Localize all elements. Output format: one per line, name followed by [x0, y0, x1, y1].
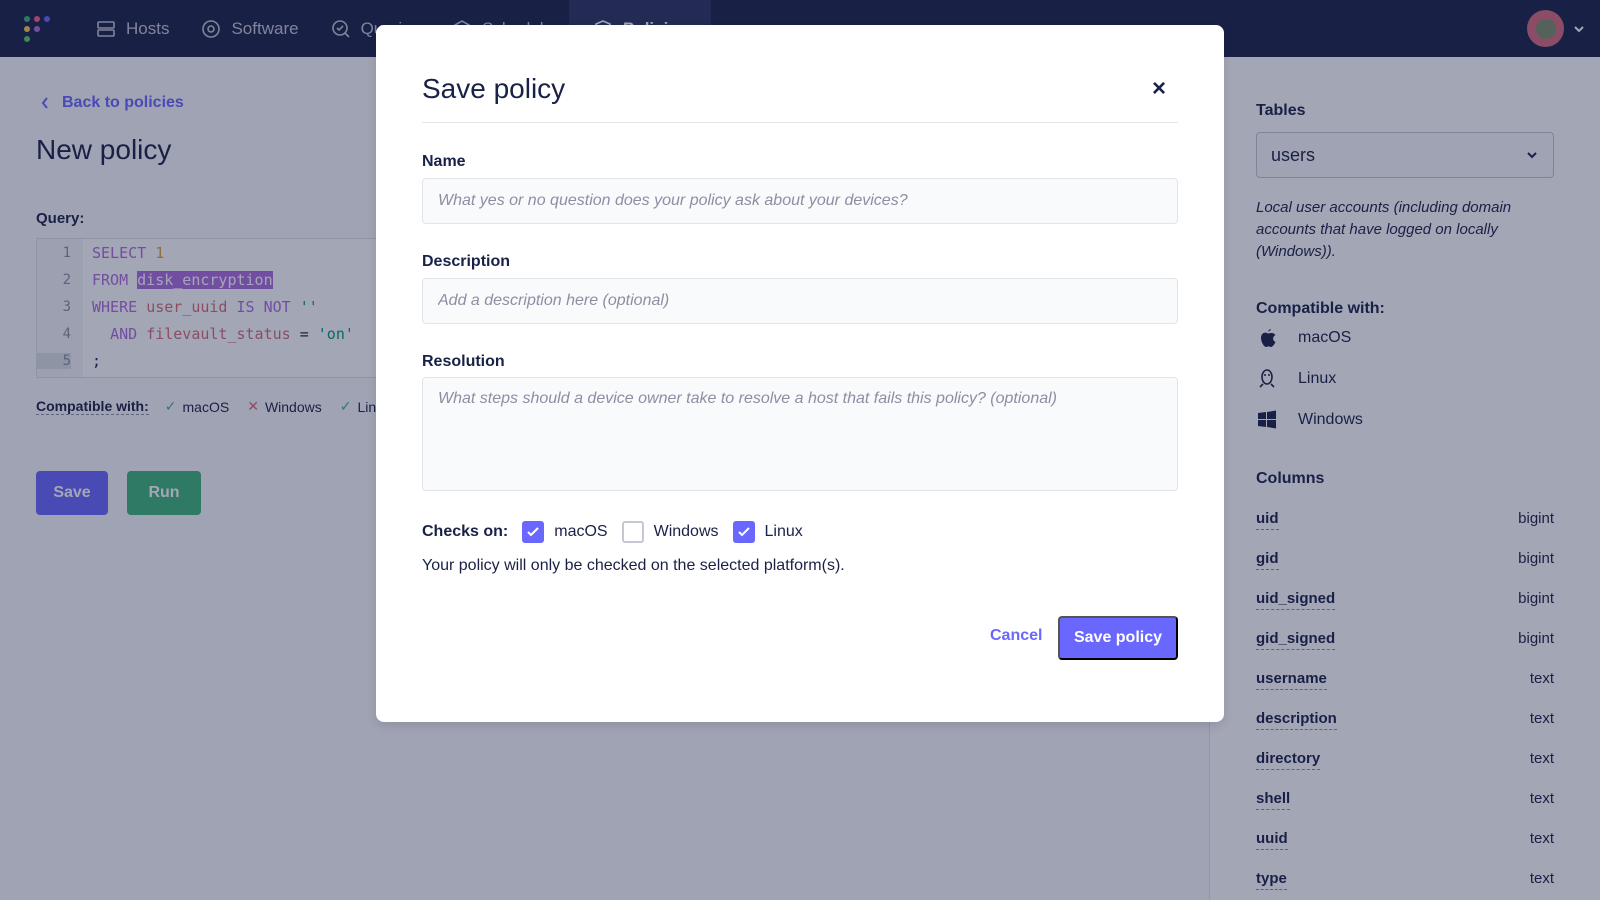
- close-icon[interactable]: ×: [1152, 77, 1166, 101]
- checkbox-unchecked-icon[interactable]: [621, 521, 644, 543]
- checks-help-text: Your policy will only be checked on the …: [422, 557, 845, 574]
- modal-title: Save policy: [422, 73, 566, 104]
- platform-checks-row: Checks on: macOS Windows Linux: [422, 521, 817, 543]
- policy-description-input[interactable]: [422, 278, 1178, 324]
- checkbox-windows[interactable]: Windows: [621, 521, 719, 543]
- checkbox-label: macOS: [554, 523, 608, 540]
- checkbox-checked-icon[interactable]: [522, 521, 545, 543]
- policy-name-input[interactable]: [422, 178, 1178, 224]
- checkbox-linux[interactable]: Linux: [732, 521, 803, 543]
- save-policy-button[interactable]: Save policy: [1058, 616, 1178, 660]
- checkbox-macos[interactable]: macOS: [522, 521, 608, 543]
- save-policy-modal: Save policy × Name Description Resolutio…: [376, 25, 1224, 722]
- checkbox-label: Windows: [653, 523, 719, 540]
- description-label: Description: [422, 253, 511, 270]
- name-label: Name: [422, 153, 466, 170]
- checkbox-label: Linux: [764, 523, 803, 540]
- checkbox-checked-icon[interactable]: [732, 521, 755, 543]
- modal-divider: [422, 122, 1178, 123]
- resolution-label: Resolution: [422, 353, 505, 370]
- checks-on-label: Checks on:: [422, 523, 509, 540]
- policy-resolution-textarea[interactable]: [422, 377, 1178, 491]
- cancel-button[interactable]: Cancel: [990, 627, 1042, 645]
